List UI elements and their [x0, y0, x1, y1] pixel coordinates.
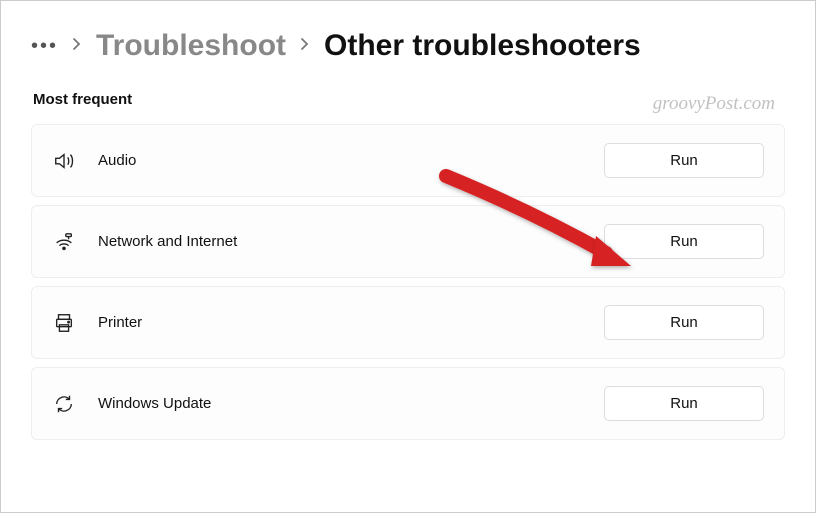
- run-button[interactable]: Run: [604, 224, 764, 259]
- breadcrumb-overflow-icon[interactable]: •••: [31, 35, 58, 58]
- list-item: Printer Run: [31, 286, 785, 359]
- item-label: Printer: [98, 314, 582, 331]
- troubleshooter-list: Audio Run Network and Internet Run Print…: [31, 124, 785, 440]
- audio-icon: [52, 149, 76, 173]
- breadcrumb-link-troubleshoot[interactable]: Troubleshoot: [96, 29, 286, 63]
- chevron-right-icon: [300, 37, 310, 56]
- run-button[interactable]: Run: [604, 305, 764, 340]
- update-icon: [52, 392, 76, 416]
- item-label: Network and Internet: [98, 233, 582, 250]
- list-item: Audio Run: [31, 124, 785, 197]
- run-button[interactable]: Run: [604, 386, 764, 421]
- item-label: Audio: [98, 152, 582, 169]
- list-item: Windows Update Run: [31, 367, 785, 440]
- list-item: Network and Internet Run: [31, 205, 785, 278]
- breadcrumb: ••• Troubleshoot Other troubleshooters: [31, 29, 785, 63]
- chevron-right-icon: [72, 37, 82, 56]
- printer-icon: [52, 311, 76, 335]
- item-label: Windows Update: [98, 395, 582, 412]
- watermark: groovyPost.com: [653, 93, 775, 115]
- run-button[interactable]: Run: [604, 143, 764, 178]
- breadcrumb-current: Other troubleshooters: [324, 29, 641, 63]
- network-icon: [52, 230, 76, 254]
